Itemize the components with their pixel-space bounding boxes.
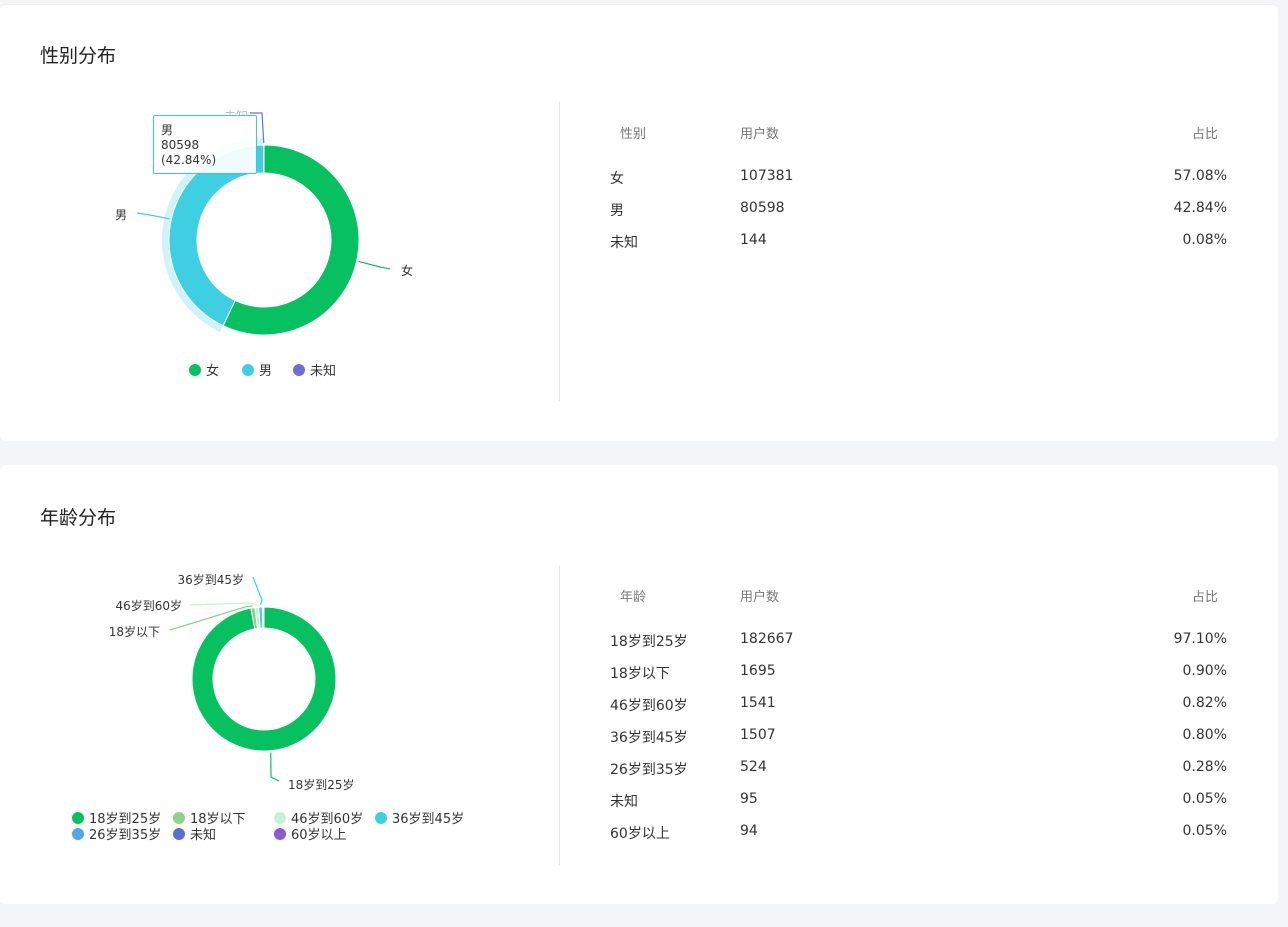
cell-percent: 0.28% xyxy=(1182,759,1227,775)
legend-label: 46岁到60岁 xyxy=(291,812,364,827)
cell-category: 46岁到60岁 xyxy=(610,698,688,714)
cell-percent: 0.90% xyxy=(1182,663,1227,679)
cell-percent: 97.10% xyxy=(1173,631,1227,647)
cell-category: 26岁到35岁 xyxy=(610,762,688,778)
age-distribution-card: 年龄分布 18岁到25岁 18岁以下 46岁到60岁 36岁到45岁 18岁到25岁 1… xyxy=(0,465,1278,904)
cell-category: 女 xyxy=(610,171,624,187)
cell-percent: 42.84% xyxy=(1173,200,1227,216)
legend-dot-icon xyxy=(375,812,387,824)
legend-dot-icon xyxy=(293,364,305,376)
legend-label: 男 xyxy=(259,364,273,379)
table-row: 男 80598 42.84% xyxy=(610,200,1230,220)
legend-label: 女 xyxy=(206,364,220,379)
slice-label: 18岁以下 xyxy=(109,624,160,639)
table-row: 女 107381 57.08% xyxy=(610,168,1230,188)
legend-label: 26岁到35岁 xyxy=(89,828,162,843)
gender-distribution-card: 性别分布 女男未知 男 80598 (42.84%) 女男未知 性别 用户数 占… xyxy=(0,4,1278,441)
legend-label: 18岁以下 xyxy=(190,812,246,827)
cell-percent: 57.08% xyxy=(1173,168,1227,184)
table-row: 未知 95 0.05% xyxy=(610,791,1230,811)
cell-user-count: 144 xyxy=(740,232,767,248)
cell-user-count: 524 xyxy=(740,759,767,775)
gender-card-divider xyxy=(559,101,560,401)
header-percent: 占比 xyxy=(1191,127,1218,142)
cell-user-count: 80598 xyxy=(740,200,785,216)
legend-item[interactable]: 46岁到60岁 xyxy=(274,812,363,828)
legend-dot-icon xyxy=(242,364,254,376)
legend-dot-icon xyxy=(72,812,84,824)
legend-dot-icon xyxy=(274,828,286,840)
slice-label-line xyxy=(136,212,170,220)
legend-label: 60岁以上 xyxy=(291,828,347,843)
legend-item[interactable]: 18岁到25岁 xyxy=(72,812,161,828)
cell-category: 18岁以下 xyxy=(610,666,670,682)
legend-item[interactable]: 18岁以下 xyxy=(173,812,246,828)
cell-user-count: 1541 xyxy=(740,695,776,711)
legend-label: 36岁到45岁 xyxy=(392,812,465,827)
slice-label-line xyxy=(189,602,257,606)
table-row: 18岁以下 1695 0.90% xyxy=(610,663,1230,683)
age-table-header: 年龄 用户数 占比 xyxy=(610,586,1230,606)
gender-chart-tooltip: 男 80598 (42.84%) xyxy=(153,115,257,174)
header-user-count: 用户数 xyxy=(740,590,780,605)
cell-category: 60岁以上 xyxy=(610,826,670,842)
cell-category: 未知 xyxy=(610,235,638,251)
gender-donut-chart[interactable]: 女男未知 xyxy=(0,5,560,441)
legend-item[interactable]: 26岁到35岁 xyxy=(72,828,161,844)
cell-user-count: 107381 xyxy=(740,168,794,184)
legend-item[interactable]: 36岁到45岁 xyxy=(375,812,464,828)
donut-slice[interactable] xyxy=(191,606,337,752)
gender-table-header: 性别 用户数 占比 xyxy=(610,123,1230,143)
legend-label: 18岁到25岁 xyxy=(89,812,162,827)
table-row: 36岁到45岁 1507 0.80% xyxy=(610,727,1230,747)
legend-dot-icon xyxy=(189,364,201,376)
cell-user-count: 94 xyxy=(740,823,758,839)
tooltip-name: 男 xyxy=(161,123,174,137)
cell-user-count: 1507 xyxy=(740,727,776,743)
cell-user-count: 182667 xyxy=(740,631,794,647)
legend-dot-icon xyxy=(173,828,185,840)
legend-dot-icon xyxy=(72,828,84,840)
cell-category: 18岁到25岁 xyxy=(610,634,688,650)
slice-label: 46岁到60岁 xyxy=(115,598,182,613)
cell-category: 36岁到45岁 xyxy=(610,730,688,746)
slice-label: 36岁到45岁 xyxy=(177,572,244,587)
cell-category: 男 xyxy=(610,203,624,219)
legend-item[interactable]: 60岁以上 xyxy=(274,828,347,844)
legend-item[interactable]: 女 xyxy=(189,364,219,380)
cell-percent: 0.80% xyxy=(1182,727,1227,743)
table-row: 46岁到60岁 1541 0.82% xyxy=(610,695,1230,715)
cell-category: 未知 xyxy=(610,794,638,810)
age-card-divider xyxy=(559,565,560,865)
tooltip-value: 80598 (42.84%) xyxy=(161,138,217,167)
legend-item[interactable]: 未知 xyxy=(293,364,336,380)
legend-item[interactable]: 未知 xyxy=(173,828,216,844)
cell-percent: 0.08% xyxy=(1182,232,1227,248)
header-age: 年龄 xyxy=(620,590,647,605)
legend-dot-icon xyxy=(274,812,286,824)
legend-item[interactable]: 男 xyxy=(242,364,272,380)
cell-percent: 0.82% xyxy=(1182,695,1227,711)
legend-dot-icon xyxy=(173,812,185,824)
header-gender: 性别 xyxy=(620,127,647,142)
table-row: 未知 144 0.08% xyxy=(610,232,1230,252)
cell-user-count: 1695 xyxy=(740,663,776,679)
table-row: 18岁到25岁 182667 97.10% xyxy=(610,631,1230,651)
slice-label-line xyxy=(358,260,391,270)
slice-label: 男 xyxy=(115,208,127,222)
slice-label-line xyxy=(270,752,280,782)
slice-label-line xyxy=(252,576,263,606)
header-percent: 占比 xyxy=(1191,590,1218,605)
table-row: 60岁以上 94 0.05% xyxy=(610,823,1230,843)
slice-label: 女 xyxy=(401,263,413,278)
legend-label: 未知 xyxy=(310,364,337,379)
slice-label: 18岁到25岁 xyxy=(288,777,355,792)
header-user-count: 用户数 xyxy=(740,127,780,142)
legend-label: 未知 xyxy=(190,828,217,843)
cell-percent: 0.05% xyxy=(1182,791,1227,807)
table-row: 26岁到35岁 524 0.28% xyxy=(610,759,1230,779)
cell-user-count: 95 xyxy=(740,791,758,807)
cell-percent: 0.05% xyxy=(1182,823,1227,839)
